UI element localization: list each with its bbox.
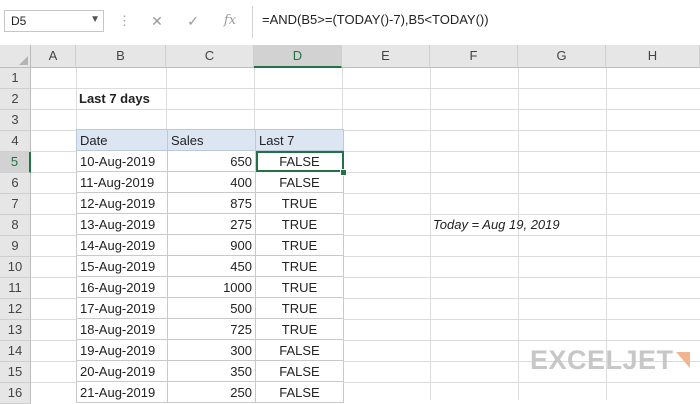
row-header-8[interactable]: 8 <box>0 215 31 236</box>
cell-last7[interactable]: TRUE <box>255 297 344 319</box>
chevron-down-icon[interactable]: ▼ <box>90 14 100 25</box>
cell-last7[interactable]: TRUE <box>255 318 344 340</box>
cell-sales[interactable]: 725 <box>167 318 256 340</box>
cell-last7[interactable]: TRUE <box>255 234 344 256</box>
row-header-13[interactable]: 13 <box>0 320 31 341</box>
fill-handle[interactable] <box>340 169 347 176</box>
data-table: Date Sales Last 7 10-Aug-2019 650 FALSE 11-… <box>76 129 344 403</box>
row-header-10[interactable]: 10 <box>0 257 31 278</box>
cell-date[interactable]: 13-Aug-2019 <box>76 213 168 235</box>
formula-bar: D5 ▼ ⋮ ✕ ✓ fx =AND(B5>=(TODAY()-7),B5<TO… <box>0 0 700 46</box>
row-header-15[interactable]: 15 <box>0 362 31 383</box>
row-header-2[interactable]: 2 <box>0 89 31 110</box>
row-header-12[interactable]: 12 <box>0 299 31 320</box>
cell-date[interactable]: 12-Aug-2019 <box>76 192 168 214</box>
cell-sales[interactable]: 275 <box>167 213 256 235</box>
cell-last7[interactable]: FALSE <box>255 150 344 172</box>
table-row: 19-Aug-2019 300 FALSE <box>76 339 344 361</box>
name-box[interactable]: D5 ▼ <box>4 10 104 32</box>
row-header-14[interactable]: 14 <box>0 341 31 362</box>
cell-date[interactable]: 16-Aug-2019 <box>76 276 168 298</box>
sheet-title[interactable]: Last 7 days <box>79 91 150 106</box>
cell-sales[interactable]: 350 <box>167 360 256 382</box>
table-row: 10-Aug-2019 650 FALSE <box>76 150 344 172</box>
formula-input[interactable]: =AND(B5>=(TODAY()-7),B5<TODAY()) <box>262 12 489 27</box>
logo-mark-icon <box>675 352 690 368</box>
insert-function-icon[interactable]: fx <box>219 10 241 32</box>
cell-sales[interactable]: 875 <box>167 192 256 214</box>
formula-bar-grip-icon: ⋮ <box>118 13 132 28</box>
cell-date[interactable]: 14-Aug-2019 <box>76 234 168 256</box>
column-header-h[interactable]: H <box>606 45 700 68</box>
row-header-5[interactable]: 5 <box>0 152 31 173</box>
column-header-b[interactable]: B <box>76 45 166 68</box>
table-row: 18-Aug-2019 725 TRUE <box>76 318 344 340</box>
cell-sales[interactable]: 650 <box>167 150 256 172</box>
cell-last7[interactable]: TRUE <box>255 192 344 214</box>
cell-sales[interactable]: 300 <box>167 339 256 361</box>
today-note[interactable]: Today = Aug 19, 2019 <box>433 217 560 232</box>
column-header-d[interactable]: D <box>254 45 342 68</box>
row-header-6[interactable]: 6 <box>0 173 31 194</box>
cell-sales[interactable]: 1000 <box>167 276 256 298</box>
table-row: 17-Aug-2019 500 TRUE <box>76 297 344 319</box>
column-header-e[interactable]: E <box>342 45 430 68</box>
cell-sales[interactable]: 500 <box>167 297 256 319</box>
formula-bar-divider <box>252 6 253 38</box>
table-row: 20-Aug-2019 350 FALSE <box>76 360 344 382</box>
row-header-1[interactable]: 1 <box>0 68 31 89</box>
cell-last7[interactable]: FALSE <box>255 339 344 361</box>
row-header-9[interactable]: 9 <box>0 236 31 257</box>
table-row: 11-Aug-2019 400 FALSE <box>76 171 344 193</box>
table-row: 14-Aug-2019 900 TRUE <box>76 234 344 256</box>
select-all-corner[interactable] <box>0 45 31 68</box>
header-last7[interactable]: Last 7 <box>255 129 344 151</box>
table-row: 21-Aug-2019 250 FALSE <box>76 381 344 403</box>
header-date[interactable]: Date <box>76 129 168 151</box>
check-icon[interactable]: ✓ <box>182 10 204 32</box>
cell-date[interactable]: 20-Aug-2019 <box>76 360 168 382</box>
column-header-a[interactable]: A <box>31 45 76 68</box>
column-header-c[interactable]: C <box>166 45 254 68</box>
column-header-g[interactable]: G <box>518 45 606 68</box>
cell-date[interactable]: 17-Aug-2019 <box>76 297 168 319</box>
table-row: 13-Aug-2019 275 TRUE <box>76 213 344 235</box>
cell-last7[interactable]: TRUE <box>255 213 344 235</box>
row-header-4[interactable]: 4 <box>0 131 31 152</box>
table-row: 16-Aug-2019 1000 TRUE <box>76 276 344 298</box>
table-header-row: Date Sales Last 7 <box>76 129 344 151</box>
cell-sales[interactable]: 900 <box>167 234 256 256</box>
row-header-16[interactable]: 16 <box>0 383 31 404</box>
cell-last7[interactable]: FALSE <box>255 171 344 193</box>
cell-date[interactable]: 19-Aug-2019 <box>76 339 168 361</box>
cell-sales[interactable]: 250 <box>167 381 256 403</box>
cell-date[interactable]: 18-Aug-2019 <box>76 318 168 340</box>
cell-date[interactable]: 10-Aug-2019 <box>76 150 168 172</box>
close-icon[interactable]: ✕ <box>146 10 168 32</box>
row-header-3[interactable]: 3 <box>0 110 31 131</box>
cell-sales[interactable]: 400 <box>167 171 256 193</box>
cell-last7[interactable]: FALSE <box>255 381 344 403</box>
logo-text: EXCELJET <box>530 344 674 375</box>
column-header-f[interactable]: F <box>430 45 518 68</box>
table-row: 15-Aug-2019 450 TRUE <box>76 255 344 277</box>
cell-last7[interactable]: TRUE <box>255 276 344 298</box>
select-all-icon <box>19 56 28 65</box>
cell-date[interactable]: 11-Aug-2019 <box>76 171 168 193</box>
cell-last7[interactable]: TRUE <box>255 255 344 277</box>
name-box-value: D5 <box>11 14 27 28</box>
header-sales[interactable]: Sales <box>167 129 256 151</box>
cell-date[interactable]: 21-Aug-2019 <box>76 381 168 403</box>
cell-last7[interactable]: FALSE <box>255 360 344 382</box>
row-header-11[interactable]: 11 <box>0 278 31 299</box>
exceljet-logo: EXCELJET <box>530 344 690 376</box>
cell-date[interactable]: 15-Aug-2019 <box>76 255 168 277</box>
cell-sales[interactable]: 450 <box>167 255 256 277</box>
row-header-7[interactable]: 7 <box>0 194 31 215</box>
table-row: 12-Aug-2019 875 TRUE <box>76 192 344 214</box>
